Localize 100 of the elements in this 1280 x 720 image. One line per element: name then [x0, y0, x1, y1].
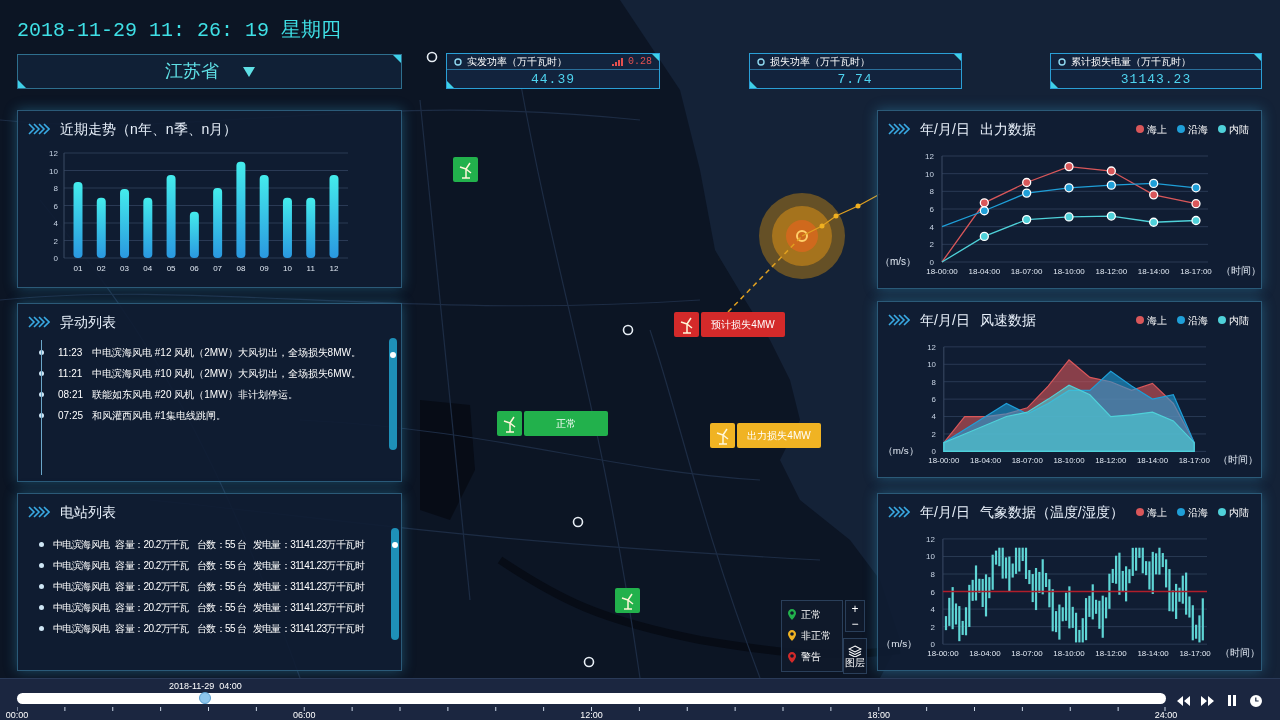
- metric-label: 累计损失电量（万千瓦时）: [1071, 55, 1191, 69]
- rewind-button[interactable]: [1176, 693, 1191, 708]
- scrollbar[interactable]: [389, 338, 397, 450]
- axis-title: （时间）: [1218, 454, 1259, 466]
- axis-label: 18-07:00: [1010, 267, 1043, 276]
- panel-title: 异动列表: [60, 312, 116, 332]
- data-point: [979, 198, 989, 208]
- status-label: 出力损失4MW: [737, 423, 821, 448]
- axis-label: 18-12:00: [1095, 456, 1127, 466]
- axis-label: 18-07:00: [1011, 649, 1043, 659]
- station-name: 中电滨海风电: [53, 537, 110, 552]
- time-tick-label: 12:00: [580, 710, 603, 720]
- status-label: 预计损失4MW: [701, 312, 785, 337]
- axis-label: 8: [929, 187, 934, 197]
- fast-forward-button[interactable]: [1200, 693, 1215, 708]
- turbine-marker[interactable]: [710, 423, 735, 448]
- event-time: 07:25: [58, 408, 85, 423]
- legend-label: 沿海: [1188, 122, 1208, 137]
- axis-label: 18-04:00: [970, 456, 1002, 466]
- axis-label: 6: [931, 395, 936, 405]
- data-point: [1149, 190, 1159, 200]
- axis-label: 18-04:00: [969, 649, 1001, 659]
- chevrons-icon: [28, 506, 50, 518]
- scrollbar-thumb[interactable]: [392, 542, 398, 548]
- timeline-thumb[interactable]: [199, 692, 212, 704]
- axis-label: 18-00:00: [928, 456, 960, 466]
- axis-label: 06: [189, 264, 199, 273]
- date-time-display: 2018-11-29 11: 26: 19 星期四: [17, 18, 343, 44]
- axis-label: 0: [930, 640, 935, 650]
- metric-value: 44.39: [530, 71, 576, 89]
- data-point: [1106, 211, 1116, 221]
- legend-label: 内陆: [1229, 505, 1249, 520]
- axis-title: （m/s）: [882, 445, 919, 457]
- event-time: 08:21: [58, 387, 85, 402]
- status-label: 正常: [524, 411, 608, 436]
- axis-label: 2: [930, 622, 935, 632]
- pause-icon: [1227, 695, 1236, 706]
- data-point: [1022, 214, 1032, 225]
- clock-button[interactable]: [1248, 693, 1263, 708]
- bar: [120, 188, 130, 258]
- legend-label: 内陆: [1229, 122, 1249, 137]
- axis-label: 0: [929, 258, 934, 267]
- zoom-out-button[interactable]: −: [846, 616, 864, 631]
- station-generation: 发电量：31141.23万千瓦时: [252, 558, 364, 573]
- panel-title: 年/月/日: [920, 119, 970, 139]
- timeline-track[interactable]: [17, 693, 1166, 704]
- axis-label: 03: [120, 264, 129, 273]
- axis-label: 10: [927, 360, 936, 370]
- axis-title: （m/s）: [881, 638, 918, 650]
- legend-label: 海上: [1147, 313, 1167, 328]
- axis-label: 18-12:00: [1095, 649, 1127, 659]
- station-name: 中电滨海风电: [53, 621, 110, 636]
- event-text: 中电滨海风电 #12 风机（2MW）大风切出，全场损失8MW。: [92, 345, 361, 360]
- legend-label: 非正常: [801, 631, 831, 641]
- axis-label: 18-14:00: [1137, 267, 1170, 276]
- list-bullet: [39, 583, 44, 589]
- station-capacity: 容量：20.2万千瓦: [115, 621, 189, 636]
- axis-label: 4: [53, 219, 58, 228]
- zoom-in-button[interactable]: +: [846, 601, 864, 616]
- axis-label: 08: [236, 264, 246, 273]
- scrollbar[interactable]: [391, 528, 399, 640]
- data-point: [1191, 215, 1201, 226]
- turbine-marker[interactable]: [453, 157, 478, 182]
- axis-label: 12: [925, 152, 934, 161]
- time-tick-label: 00:00: [5, 710, 29, 720]
- legend-label: 沿海: [1188, 313, 1208, 328]
- data-point: [1191, 199, 1201, 209]
- axis-label: 18-12:00: [1095, 267, 1128, 276]
- axis-label: 4: [931, 412, 936, 422]
- turbine-marker[interactable]: [674, 312, 699, 337]
- axis-label: 8: [930, 570, 935, 579]
- data-point: [1064, 183, 1074, 193]
- axis-label: 11: [306, 264, 315, 273]
- layers-button[interactable]: 图层: [843, 638, 867, 674]
- bar-chart-icon: [612, 57, 624, 66]
- axis-label: 04: [143, 264, 153, 273]
- turbine-marker[interactable]: [615, 588, 640, 613]
- axis-label: 6: [930, 587, 935, 597]
- axis-label: 18-00:00: [926, 267, 958, 276]
- data-point: [979, 231, 989, 242]
- circle-icon: [454, 57, 462, 66]
- event-text: 和风灌西风电 #1集电线跳闸。: [92, 408, 226, 423]
- chevrons-icon: [28, 316, 50, 328]
- station-capacity: 容量：20.2万千瓦: [115, 600, 189, 615]
- panel-title: 出力数据: [979, 119, 1036, 139]
- axis-label: 18-00:00: [927, 649, 959, 659]
- bar: [96, 197, 106, 258]
- list-bullet: [39, 604, 44, 610]
- scrollbar-thumb[interactable]: [390, 352, 396, 358]
- turbine-marker[interactable]: [497, 411, 522, 436]
- station-generation: 发电量：31141.23万千瓦时: [252, 621, 364, 636]
- province-dropdown[interactable]: 江苏省: [17, 54, 402, 89]
- list-bullet: [39, 562, 44, 568]
- panel-title: 风速数据: [979, 310, 1036, 330]
- axis-label: 6: [929, 205, 934, 214]
- data-point: [1149, 178, 1159, 189]
- axis-label: 4: [929, 222, 934, 232]
- station-generation: 发电量：31141.23万千瓦时: [252, 600, 364, 615]
- chevrons-icon: [888, 314, 910, 326]
- axis-label: 18-17:00: [1178, 456, 1210, 466]
